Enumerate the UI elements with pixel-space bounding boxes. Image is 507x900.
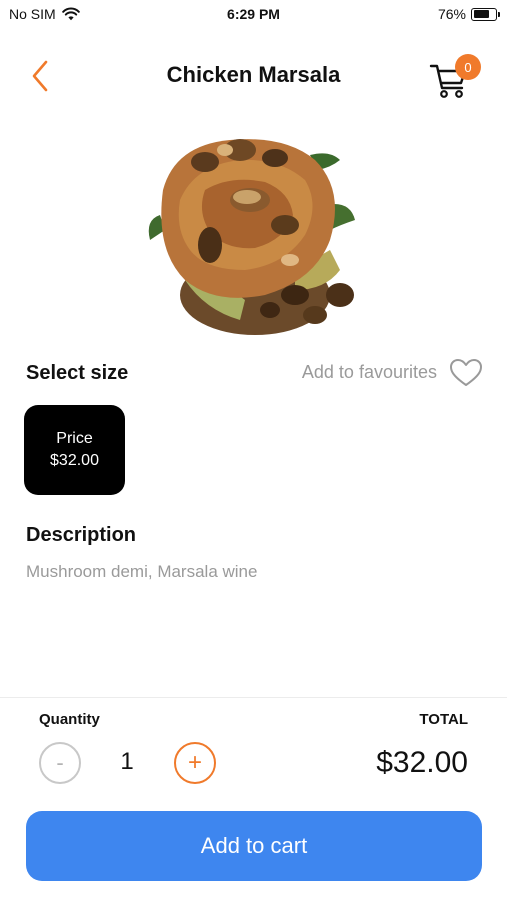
add-to-cart-label: Add to cart xyxy=(200,833,308,858)
cart-count-badge: 0 xyxy=(455,54,481,80)
description-title: Description xyxy=(26,524,137,546)
plus-label: + xyxy=(187,749,202,776)
heart-outline-icon[interactable] xyxy=(449,358,483,388)
total-value: $32.00 xyxy=(376,746,468,779)
size-row: Select size Add to favourites xyxy=(26,358,483,388)
status-time: 6:29 PM xyxy=(227,6,280,22)
select-size-label: Select size xyxy=(26,362,129,384)
nav-bar: Chicken Marsala 0 xyxy=(0,50,507,102)
add-to-cart-button[interactable]: Add to cart xyxy=(26,811,482,881)
size-option-card[interactable]: Price $32.00 xyxy=(24,405,125,495)
status-bar: No SIM 6:29 PM 76% xyxy=(0,0,507,30)
bottom-divider xyxy=(0,697,507,698)
quantity-decrease-button[interactable]: - xyxy=(39,742,81,784)
total-label: TOTAL xyxy=(419,711,468,728)
minus-label: - xyxy=(56,750,64,775)
quantity-label: Quantity xyxy=(39,711,100,728)
quantity-value: 1 xyxy=(120,748,134,775)
battery-icon xyxy=(471,7,500,21)
battery-fill xyxy=(473,10,489,18)
product-image xyxy=(145,120,360,345)
cart-button[interactable]: 0 xyxy=(429,52,481,100)
add-to-favourites-label[interactable]: Add to favourites xyxy=(302,362,437,383)
battery-percent: 76% xyxy=(437,6,466,22)
size-option-label: Price xyxy=(56,430,93,447)
status-battery-group: 76% xyxy=(437,6,500,22)
size-option-price: $32.00 xyxy=(50,452,99,469)
quantity-increase-button[interactable]: + xyxy=(174,742,216,784)
description-text: Mushroom demi, Marsala wine xyxy=(26,562,258,581)
